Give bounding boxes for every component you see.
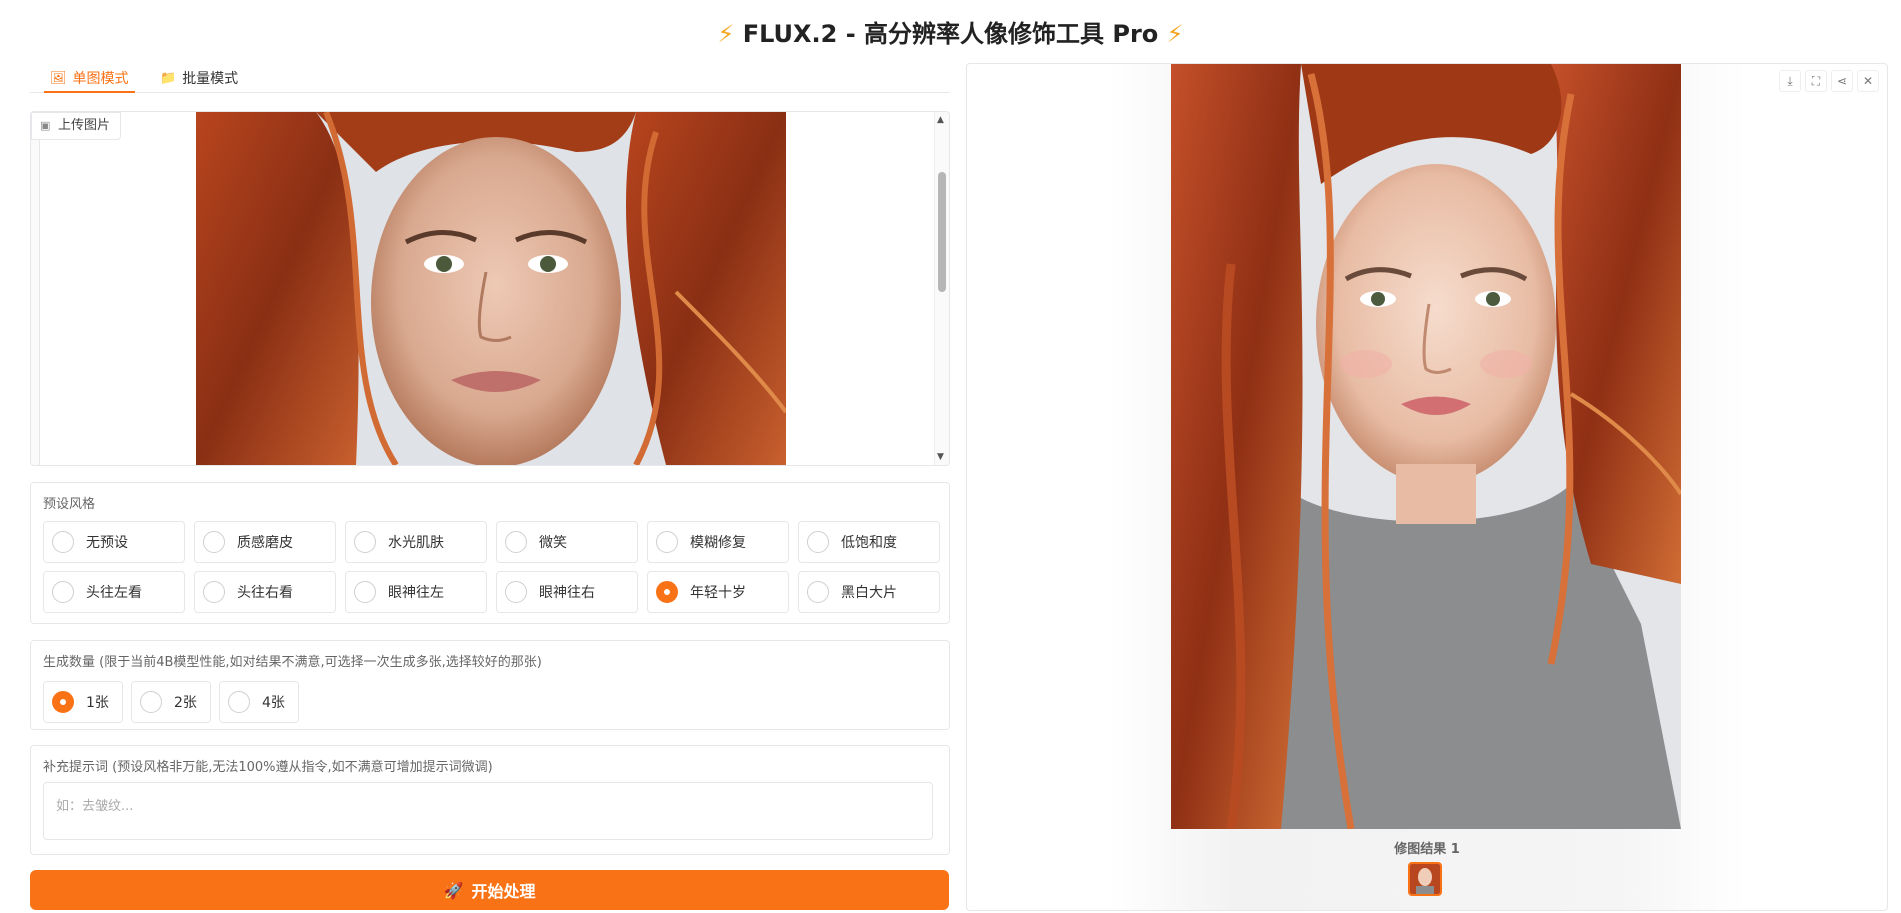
- scroll-thumb[interactable]: [938, 172, 946, 292]
- start-button[interactable]: 🚀 开始处理: [30, 870, 949, 910]
- radio-icon: [203, 531, 225, 553]
- preset-style-label: 预设风格: [43, 497, 96, 512]
- radio-icon: [354, 531, 376, 553]
- preset-option-label: 黑白大片: [841, 585, 897, 601]
- prompt-label: 补充提示词 (预设风格非万能,无法100%遵从指令,如不满意可增加提示词微调): [43, 760, 493, 775]
- upload-scrollbar[interactable]: ▲ ▼: [934, 112, 949, 465]
- start-button-label: 开始处理: [471, 882, 536, 901]
- tab-single[interactable]: 🖼 单图模式: [44, 64, 134, 93]
- count-option-label: 1张: [86, 695, 109, 711]
- preset-option[interactable]: 眼神往左: [345, 571, 487, 613]
- preset-option[interactable]: 水光肌肤: [345, 521, 487, 563]
- result-toolbar: ⤓ ⛶ ⋖ ✕: [1779, 70, 1879, 92]
- preset-style-panel: 预设风格 无预设 质感磨皮 水光肌肤 微笑 模糊修复 低饱和度 头往左看 头往右…: [30, 482, 950, 624]
- thumbnail-image: [1410, 864, 1440, 894]
- preset-option-label: 眼神往右: [539, 585, 595, 601]
- folder-icon: 📁: [160, 70, 177, 86]
- preset-option-label: 头往右看: [237, 585, 293, 601]
- prompt-input[interactable]: [43, 782, 933, 840]
- download-icon[interactable]: ⤓: [1779, 70, 1801, 92]
- radio-icon: [140, 691, 162, 713]
- radio-icon: [807, 531, 829, 553]
- page-title-text: FLUX.2 - 高分辨率人像修饰工具 Pro: [742, 20, 1159, 48]
- uploaded-portrait-image: [196, 112, 786, 465]
- share-icon[interactable]: ⋖: [1831, 70, 1853, 92]
- radio-icon: [52, 581, 74, 603]
- prompt-panel: 补充提示词 (预设风格非万能,无法100%遵从指令,如不满意可增加提示词微调): [30, 745, 950, 855]
- tab-single-label: 单图模式: [72, 71, 129, 87]
- preset-option[interactable]: 头往左看: [43, 571, 185, 613]
- preset-option-label: 低饱和度: [841, 535, 897, 551]
- rocket-icon: 🚀: [443, 880, 464, 900]
- lightning-icon: ⚡: [717, 20, 735, 48]
- result-portrait-image[interactable]: [1171, 64, 1681, 829]
- upload-area[interactable]: ▣ 上传图片 ▲ ▼: [30, 111, 950, 466]
- upload-label-text: 上传图片: [58, 118, 111, 133]
- preset-option-label: 头往左看: [86, 585, 142, 601]
- count-option-label: 2张: [174, 695, 197, 711]
- radio-selected-icon: [52, 691, 74, 713]
- lightning-icon: ⚡: [1166, 20, 1184, 48]
- fullscreen-icon[interactable]: ⛶: [1805, 70, 1827, 92]
- radio-icon: [52, 531, 74, 553]
- radio-icon: [505, 531, 527, 553]
- preset-option-label: 年轻十岁: [690, 585, 746, 601]
- image-icon: ▣: [40, 119, 51, 132]
- app-root: ⚡ FLUX.2 - 高分辨率人像修饰工具 Pro ⚡ 🖼 单图模式 📁 批量模…: [0, 0, 1901, 913]
- radio-selected-icon: [656, 581, 678, 603]
- preset-option-label: 眼神往左: [388, 585, 444, 601]
- count-option-selected[interactable]: 1张: [43, 681, 123, 723]
- tab-batch-label: 批量模式: [182, 71, 239, 87]
- preset-option-label: 微笑: [539, 535, 567, 551]
- preset-option[interactable]: 无预设: [43, 521, 185, 563]
- radio-icon: [354, 581, 376, 603]
- result-panel: ⤓ ⛶ ⋖ ✕ 修图结果 1: [966, 63, 1888, 911]
- generation-count-label: 生成数量 (限于当前4B模型性能,如对结果不满意,可选择一次生成多张,选择较好的…: [43, 655, 542, 670]
- result-thumbnail[interactable]: [1408, 862, 1442, 896]
- upload-label: ▣ 上传图片: [31, 112, 122, 140]
- radio-icon: [228, 691, 250, 713]
- preset-option-selected[interactable]: 年轻十岁: [647, 571, 789, 613]
- preset-option[interactable]: 质感磨皮: [194, 521, 336, 563]
- scroll-up-icon[interactable]: ▲: [937, 115, 944, 125]
- radio-icon: [505, 581, 527, 603]
- count-option[interactable]: 4张: [219, 681, 299, 723]
- result-caption: 修图结果 1: [1394, 842, 1460, 857]
- preset-option[interactable]: 黑白大片: [798, 571, 940, 613]
- radio-icon: [203, 581, 225, 603]
- count-option[interactable]: 2张: [131, 681, 211, 723]
- preset-option-label: 无预设: [86, 535, 128, 551]
- page-title: ⚡ FLUX.2 - 高分辨率人像修饰工具 Pro ⚡: [0, 14, 1901, 49]
- image-icon: 🖼: [50, 70, 67, 86]
- radio-icon: [656, 531, 678, 553]
- preset-option[interactable]: 低饱和度: [798, 521, 940, 563]
- upload-preview-container: [39, 112, 935, 465]
- preset-option-label: 水光肌肤: [388, 535, 444, 551]
- close-icon[interactable]: ✕: [1857, 70, 1879, 92]
- preset-option-label: 质感磨皮: [237, 535, 293, 551]
- generation-count-panel: 生成数量 (限于当前4B模型性能,如对结果不满意,可选择一次生成多张,选择较好的…: [30, 640, 950, 730]
- radio-icon: [807, 581, 829, 603]
- preset-option[interactable]: 模糊修复: [647, 521, 789, 563]
- mode-tabs: 🖼 单图模式 📁 批量模式: [30, 60, 950, 93]
- tab-batch[interactable]: 📁 批量模式: [160, 64, 238, 92]
- preset-option-label: 模糊修复: [690, 535, 746, 551]
- preset-option[interactable]: 微笑: [496, 521, 638, 563]
- preset-option[interactable]: 头往右看: [194, 571, 336, 613]
- count-option-label: 4张: [262, 695, 285, 711]
- preset-option[interactable]: 眼神往右: [496, 571, 638, 613]
- scroll-down-icon[interactable]: ▼: [937, 452, 944, 462]
